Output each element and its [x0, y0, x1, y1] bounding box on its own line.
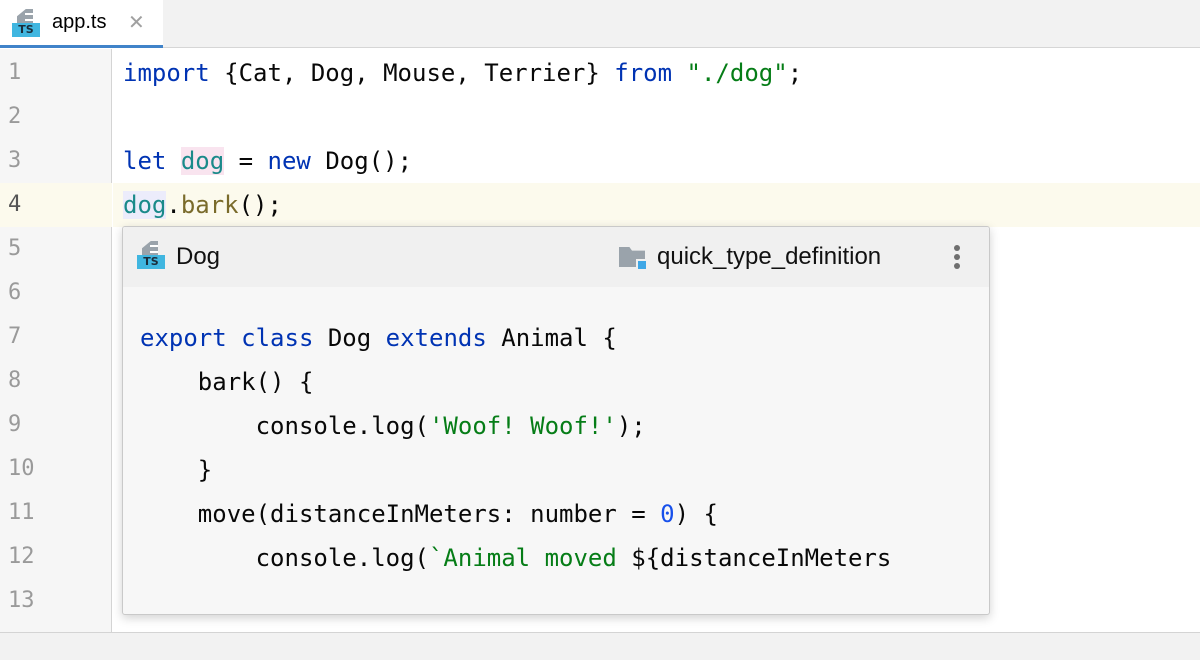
- typescript-file-icon: TS: [137, 241, 167, 271]
- line-number: 3: [8, 148, 22, 173]
- close-icon[interactable]: ✕: [128, 10, 145, 34]
- keyword: new: [267, 147, 311, 175]
- line-number: 1: [8, 60, 22, 85]
- keyword: extends: [385, 324, 487, 352]
- ts-badge: TS: [12, 23, 40, 37]
- string-literal: 'Woof! Woof!': [428, 412, 617, 440]
- popup-header: TS Dog quick_type_definition: [123, 227, 989, 287]
- line-number: 8: [8, 368, 22, 393]
- ts-badge: TS: [137, 255, 165, 269]
- class-name: Dog: [313, 324, 386, 352]
- code-line-1[interactable]: import {Cat, Dog, Mouse, Terrier} from "…: [123, 51, 802, 95]
- constructor-call: Dog();: [310, 147, 413, 175]
- line-number: 11: [8, 500, 35, 525]
- line-number: 2: [8, 104, 22, 129]
- line-number: 5: [8, 236, 22, 261]
- popup-code-line-3: console.log('Woof! Woof!');: [140, 412, 646, 440]
- import-list: {Cat, Dog, Mouse, Terrier}: [209, 59, 615, 87]
- variable-dog-declaration[interactable]: dog: [180, 147, 225, 175]
- keyword: import: [123, 59, 210, 87]
- popup-title: Dog: [176, 243, 221, 270]
- quick-type-definition-popup[interactable]: TS Dog quick_type_definition export clas…: [122, 226, 990, 615]
- popup-code-line-4: }: [140, 456, 213, 484]
- popup-code-line-5: move(distanceInMeters: number = 0) {: [140, 500, 718, 528]
- line-number: 6: [8, 280, 22, 305]
- string-literal: "./dog": [686, 59, 788, 87]
- code-line-4[interactable]: dog.bark();: [123, 183, 282, 227]
- keyword: from: [614, 59, 673, 87]
- module-name: quick_type_definition: [657, 243, 882, 270]
- line-number: 7: [8, 324, 22, 349]
- line-number: 12: [8, 544, 35, 569]
- keyword: class: [241, 324, 314, 352]
- number-literal: 0: [660, 500, 675, 528]
- keyword: let: [123, 147, 167, 175]
- line-number: 13: [8, 588, 35, 613]
- method-call-bark[interactable]: bark: [181, 191, 239, 219]
- variable-dog-usage[interactable]: dog: [123, 191, 167, 219]
- line-number: 9: [8, 412, 22, 437]
- editor-tab-bar: TS app.ts ✕: [0, 0, 1200, 48]
- template-literal: `Animal moved: [428, 544, 632, 572]
- module-folder-icon: [619, 245, 649, 271]
- popup-code-line-6: console.log(`Animal moved ${distanceInMe…: [140, 544, 892, 572]
- line-number-gutter[interactable]: 1 2 3 4 5 6 7 8 9 10 11 12 13: [0, 49, 112, 632]
- line-number-current: 4: [8, 192, 22, 217]
- popup-code-line-1: export class Dog extends Animal {: [140, 324, 617, 352]
- typescript-file-icon: TS: [12, 9, 42, 39]
- keyword: export: [140, 324, 227, 352]
- tab-label: app.ts: [52, 11, 107, 33]
- bottom-status-strip: [0, 632, 1200, 660]
- popup-code-line-2: bark() {: [140, 368, 314, 396]
- line-number: 10: [8, 456, 35, 481]
- tab-app-ts[interactable]: TS app.ts ✕: [0, 0, 163, 48]
- more-vertical-icon[interactable]: [949, 241, 965, 273]
- code-line-3[interactable]: let dog = new Dog();: [123, 139, 412, 183]
